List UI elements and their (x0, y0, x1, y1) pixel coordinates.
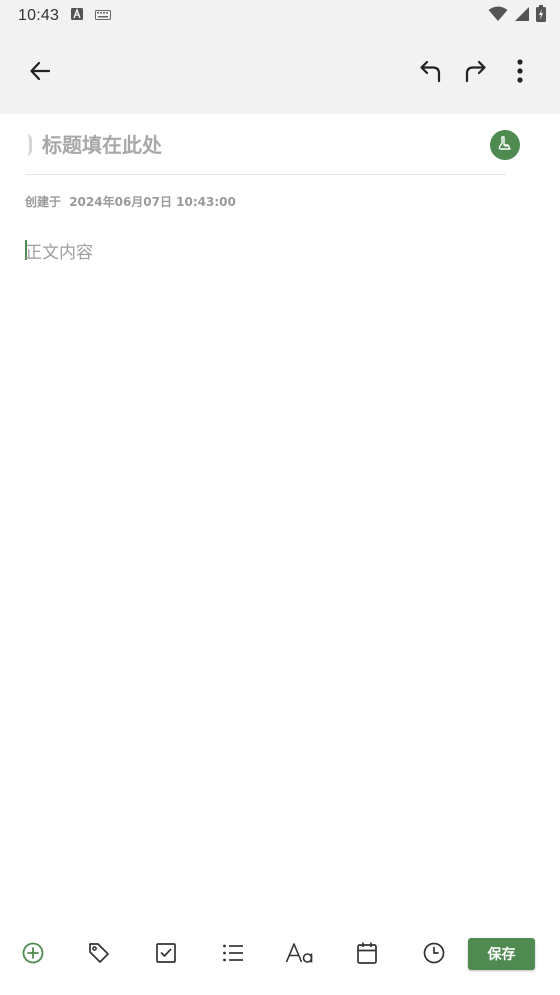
text-format-icon (285, 942, 315, 969)
title-edge-mark (24, 134, 32, 156)
back-button[interactable] (20, 53, 60, 93)
app-a-icon (71, 7, 84, 25)
theme-style-button[interactable] (490, 130, 520, 160)
more-options-button[interactable] (500, 53, 540, 93)
cell-signal-icon (514, 6, 530, 27)
clock-icon (422, 941, 446, 970)
undo-button[interactable] (411, 53, 451, 93)
redo-button[interactable] (455, 53, 495, 93)
text-format-button[interactable] (285, 940, 315, 970)
calendar-icon (356, 941, 378, 970)
battery-charging-icon (536, 5, 546, 27)
wifi-icon (488, 6, 508, 27)
reminder-button[interactable] (419, 940, 449, 970)
add-circle-icon (21, 941, 45, 970)
paint-bucket-icon (497, 135, 513, 156)
status-right (488, 5, 546, 27)
created-time: 2024年06月07日 10:43:00 (69, 195, 236, 209)
title-input[interactable] (42, 131, 472, 159)
checklist-button[interactable] (151, 940, 181, 970)
calendar-button[interactable] (352, 940, 382, 970)
top-toolbar (0, 32, 560, 114)
list-button[interactable] (218, 940, 248, 970)
status-time: 10:43 (18, 7, 60, 24)
body-placeholder: 正文内容 (25, 243, 93, 263)
tag-icon (87, 941, 111, 970)
checkbox-icon (155, 942, 177, 969)
save-button[interactable]: 保存 (468, 938, 535, 970)
created-timestamp: 创建于 2024年06月07日 10:43:00 (25, 193, 236, 210)
status-left: 10:43 (18, 7, 112, 25)
more-vert-icon (516, 58, 524, 89)
list-icon (222, 943, 244, 968)
redo-icon (462, 58, 488, 89)
status-bar: 10:43 (0, 0, 560, 32)
title-row (0, 114, 560, 176)
add-button[interactable] (18, 940, 48, 970)
undo-icon (418, 58, 444, 89)
body-input[interactable]: 正文内容 (25, 238, 535, 878)
back-arrow-icon (28, 59, 52, 88)
title-divider (26, 174, 506, 175)
tag-button[interactable] (84, 940, 114, 970)
bottom-toolbar: 保存 (0, 930, 560, 980)
keyboard-icon (95, 7, 112, 25)
created-label: 创建于 (25, 195, 62, 209)
